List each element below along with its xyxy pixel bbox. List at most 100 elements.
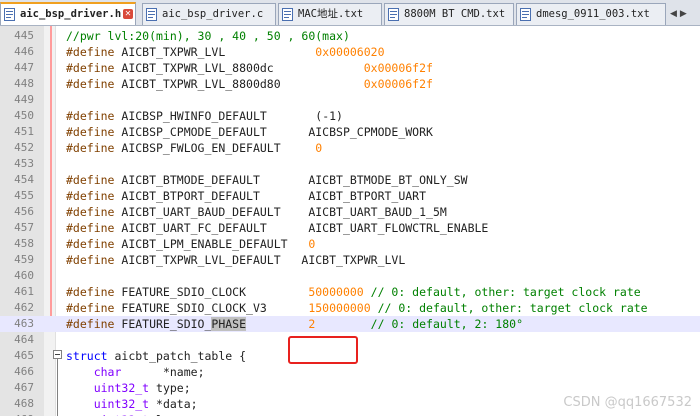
tab-aic-bsp-driver-c[interactable]: aic_bsp_driver.c	[142, 3, 276, 25]
line-number: 462	[14, 301, 34, 314]
code-token: AICBT_UART_FLOWCTRL_ENABLE	[308, 221, 489, 235]
tab-label: aic_bsp_driver.c	[162, 8, 264, 20]
line-number: 454	[14, 173, 34, 186]
code-text: #define AICBSP_CPMODE_DEFAULT AICBSP_CPM…	[66, 124, 433, 140]
code-line[interactable]: 453	[0, 156, 700, 172]
code-token: #define	[66, 61, 122, 75]
code-line[interactable]: 460	[0, 268, 700, 284]
code-line[interactable]: 450 #define AICBSP_HWINFO_DEFAULT (-1)	[0, 108, 700, 124]
code-line[interactable]: 451 #define AICBSP_CPMODE_DEFAULT AICBSP_…	[0, 124, 700, 140]
tab-scroll-arrows[interactable]: ◀ ▶	[670, 6, 698, 22]
code-text: #define AICBSP_HWINFO_DEFAULT (-1)	[66, 108, 343, 124]
code-line[interactable]: 459 #define AICBT_TXPWR_LVL_DEFAULT AICBT…	[0, 252, 700, 268]
code-line[interactable]: 463 #define FEATURE_SDIO_PHASE 2 // 0: de…	[0, 316, 700, 332]
line-number: 447	[14, 61, 34, 74]
code-token: 0x00006f2f	[363, 77, 433, 91]
chevron-right-icon[interactable]: ▶	[680, 9, 687, 19]
line-number: 446	[14, 45, 34, 58]
line-number: 452	[14, 141, 34, 154]
code-line[interactable]: 448 #define AICBT_TXPWR_LVL_8800d80 0x000…	[0, 76, 700, 92]
code-token: 50000000	[308, 285, 364, 299]
code-text: #define FEATURE_SDIO_PHASE 2 // 0: defau…	[66, 316, 523, 332]
code-token: FEATURE_SDIO_CLOCK	[121, 285, 309, 299]
file-icon	[4, 8, 16, 21]
line-number: 450	[14, 109, 34, 122]
code-token: AICBT_BTMODE_DEFAULT	[121, 173, 309, 187]
code-line[interactable]: 466 char *name;	[0, 364, 700, 380]
code-token: #define	[66, 173, 122, 187]
code-token: AICBSP_FWLOG_EN_DEFAULT	[121, 141, 316, 155]
file-icon	[520, 8, 532, 21]
file-icon	[388, 8, 400, 21]
code-token: #define	[66, 45, 122, 59]
line-number: 460	[14, 269, 34, 282]
code-token: #define	[66, 109, 122, 123]
tab-dmesg-txt[interactable]: dmesg_0911_003.txt	[516, 3, 666, 25]
tab-bar: aic_bsp_driver.h ✕ aic_bsp_driver.c MAC地…	[0, 0, 700, 26]
code-token: AICBT_TXPWR_LVL_8800d80	[121, 77, 364, 91]
code-text: uint32_t *data;	[66, 396, 198, 412]
code-line[interactable]: 467 uint32_t type;	[0, 380, 700, 396]
line-number: 448	[14, 77, 34, 90]
fold-guide-line	[57, 359, 58, 416]
line-number: 464	[14, 333, 34, 346]
tab-mac-address-txt[interactable]: MAC地址.txt	[278, 3, 382, 25]
code-token: type;	[149, 381, 191, 395]
code-token: #define	[66, 317, 122, 331]
tab-label: aic_bsp_driver.h	[20, 8, 122, 20]
code-text: uint32_t len;	[66, 412, 184, 416]
code-token: #define	[66, 141, 122, 155]
code-text: #define AICBT_LPM_ENABLE_DEFAULT 0	[66, 236, 315, 252]
code-token: #define	[66, 285, 122, 299]
line-number: 457	[14, 221, 34, 234]
code-text: char *name;	[66, 364, 205, 380]
code-token: AICBT_TXPWR_LVL_8800dc	[121, 61, 364, 75]
code-text: uint32_t type;	[66, 380, 191, 396]
code-token: AICBT_BTMODE_BT_ONLY_SW	[308, 173, 468, 187]
code-token: #define	[66, 221, 122, 235]
code-line[interactable]: 446 #define AICBT_TXPWR_LVL 0x00006020	[0, 44, 700, 60]
code-line[interactable]: 447 #define AICBT_TXPWR_LVL_8800dc 0x0000…	[0, 60, 700, 76]
line-number: 463	[14, 317, 34, 330]
code-token: 150000000	[308, 301, 371, 315]
code-text: //pwr lvl:20(min), 30 , 40 , 50 , 60(max…	[66, 28, 350, 44]
code-token: AICBT_LPM_ENABLE_DEFAULT	[121, 237, 309, 251]
code-line[interactable]: 469 uint32_t len;	[0, 412, 700, 416]
file-icon	[146, 8, 158, 21]
chevron-left-icon[interactable]: ◀	[670, 9, 677, 19]
close-icon[interactable]: ✕	[123, 9, 133, 19]
code-token: (-1)	[315, 109, 343, 123]
code-line[interactable]: 449	[0, 92, 700, 108]
code-line[interactable]: 452 #define AICBSP_FWLOG_EN_DEFAULT 0	[0, 140, 700, 156]
code-text: #define AICBT_TXPWR_LVL_DEFAULT AICBT_TX…	[66, 252, 405, 268]
code-token: *name;	[121, 365, 205, 379]
code-text: #define AICBT_BTPORT_DEFAULT AICBT_BTPOR…	[66, 188, 426, 204]
code-token: FEATURE_SDIO_	[121, 317, 212, 331]
code-line[interactable]: 445 //pwr lvl:20(min), 30 , 40 , 50 , 60(…	[0, 28, 700, 44]
code-line[interactable]: 461 #define FEATURE_SDIO_CLOCK 50000000 /…	[0, 284, 700, 300]
code-line[interactable]: 455 #define AICBT_BTPORT_DEFAULT AICBT_BT…	[0, 188, 700, 204]
code-line[interactable]: 462 #define FEATURE_SDIO_CLOCK_V3 1500000…	[0, 300, 700, 316]
code-line[interactable]: 454 #define AICBT_BTMODE_DEFAULT AICBT_BT…	[0, 172, 700, 188]
code-token: AICBSP_CPMODE_WORK	[308, 125, 433, 139]
code-text: #define AICBT_BTMODE_DEFAULT AICBT_BTMOD…	[66, 172, 468, 188]
code-text: #define AICBT_UART_FC_DEFAULT AICBT_UART…	[66, 220, 488, 236]
tab-label: MAC地址.txt	[298, 8, 364, 20]
tab-aic-bsp-driver-h[interactable]: aic_bsp_driver.h ✕	[0, 2, 136, 25]
code-token: AICBT_TXPWR_LVL	[121, 45, 316, 59]
code-token: uint32_t	[93, 381, 150, 395]
line-number: 461	[14, 285, 34, 298]
code-editor[interactable]: 445 //pwr lvl:20(min), 30 , 40 , 50 , 60(…	[0, 26, 700, 416]
code-token: #define	[66, 301, 122, 315]
tab-8800m-bt-cmd-txt[interactable]: 8800M BT CMD.txt	[384, 3, 514, 25]
line-number: 469	[0, 412, 34, 416]
fold-toggle-icon[interactable]	[53, 350, 62, 359]
code-line[interactable]: 456 #define AICBT_UART_BAUD_DEFAULT AICBT…	[0, 204, 700, 220]
line-number: 458	[14, 237, 34, 250]
code-line[interactable]: 458 #define AICBT_LPM_ENABLE_DEFAULT 0	[0, 236, 700, 252]
code-token: char	[93, 365, 122, 379]
code-token: #define	[66, 237, 122, 251]
code-line[interactable]: 457 #define AICBT_UART_FC_DEFAULT AICBT_U…	[0, 220, 700, 236]
code-token: 0	[315, 141, 323, 155]
